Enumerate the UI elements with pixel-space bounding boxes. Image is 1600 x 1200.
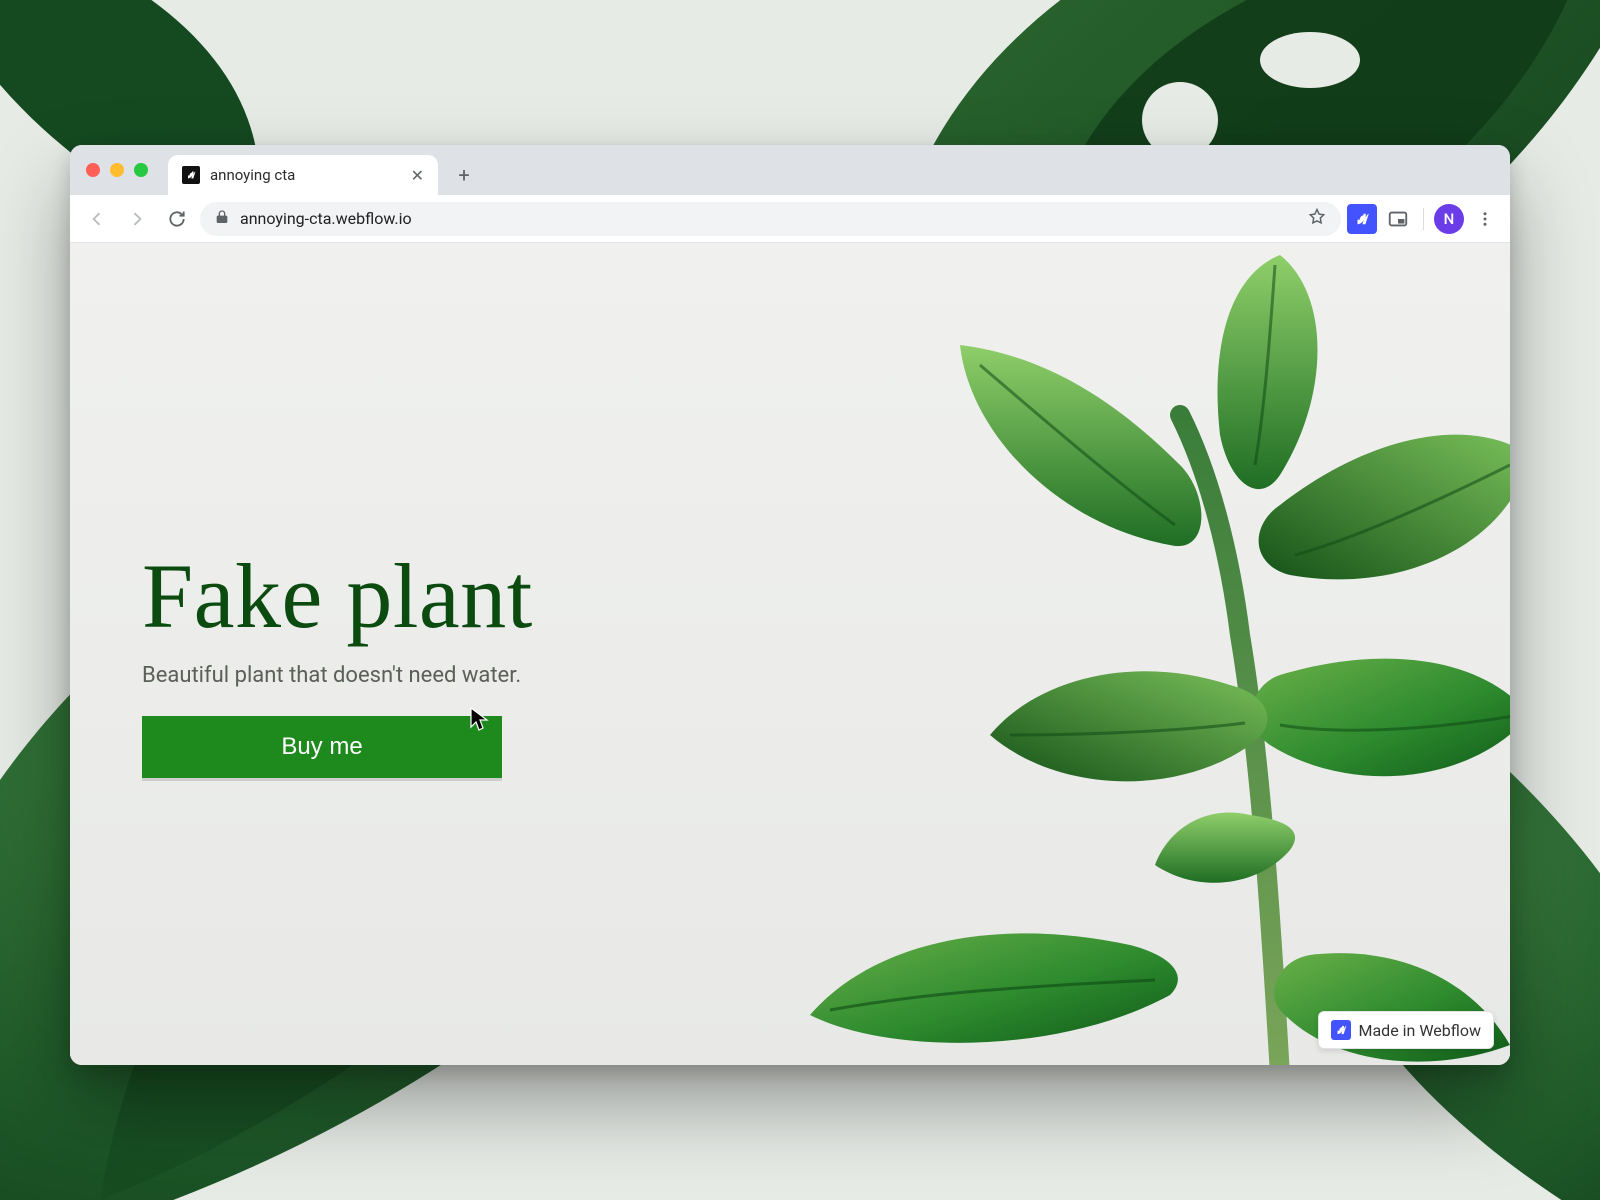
window-minimize-button[interactable] bbox=[110, 163, 124, 177]
avatar-initial: N bbox=[1444, 210, 1455, 228]
browser-window: annoying cta ✕ + annoying-cta.webflow.io bbox=[70, 145, 1510, 1065]
page-viewport: Fake plant Beautiful plant that doesn't … bbox=[70, 243, 1510, 1065]
mouse-cursor-icon bbox=[470, 707, 490, 733]
profile-avatar[interactable]: N bbox=[1434, 204, 1464, 234]
extension-webflow-icon[interactable] bbox=[1347, 204, 1377, 234]
made-in-webflow-badge[interactable]: Made in Webflow bbox=[1318, 1011, 1495, 1049]
page-subtitle: Beautiful plant that doesn't need water. bbox=[142, 663, 533, 688]
window-zoom-button[interactable] bbox=[134, 163, 148, 177]
tab-title: annoying cta bbox=[210, 166, 401, 184]
badge-label: Made in Webflow bbox=[1359, 1021, 1482, 1040]
product-image bbox=[810, 255, 1510, 1065]
lock-icon bbox=[214, 209, 230, 229]
browser-toolbar: annoying-cta.webflow.io N bbox=[70, 195, 1510, 243]
webflow-icon bbox=[182, 166, 200, 184]
bookmark-star-icon[interactable] bbox=[1307, 207, 1327, 231]
browser-tab[interactable]: annoying cta ✕ bbox=[168, 155, 438, 195]
address-bar[interactable]: annoying-cta.webflow.io bbox=[200, 202, 1341, 236]
hero-section: Fake plant Beautiful plant that doesn't … bbox=[142, 543, 533, 778]
url-text: annoying-cta.webflow.io bbox=[240, 209, 1297, 228]
tab-close-icon[interactable]: ✕ bbox=[411, 166, 424, 185]
buy-button[interactable]: Buy me bbox=[142, 716, 502, 778]
window-close-button[interactable] bbox=[86, 163, 100, 177]
nav-forward-button[interactable] bbox=[120, 202, 154, 236]
page-title: Fake plant bbox=[142, 543, 533, 649]
extension-pip-icon[interactable] bbox=[1383, 204, 1413, 234]
buy-button-label: Buy me bbox=[281, 733, 362, 761]
toolbar-divider bbox=[1423, 208, 1424, 230]
window-controls bbox=[86, 163, 148, 177]
nav-back-button[interactable] bbox=[80, 202, 114, 236]
new-tab-button[interactable]: + bbox=[448, 159, 480, 191]
browser-menu-button[interactable] bbox=[1470, 204, 1500, 234]
nav-reload-button[interactable] bbox=[160, 202, 194, 236]
webflow-icon bbox=[1331, 1020, 1351, 1040]
tab-strip: annoying cta ✕ + bbox=[70, 145, 1510, 195]
